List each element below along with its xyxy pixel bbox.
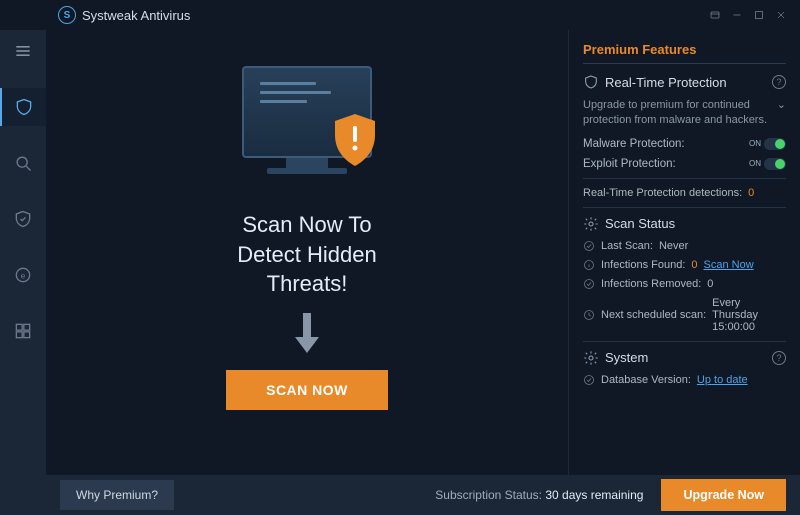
last-scan-value: Never	[659, 240, 688, 252]
monitor-illustration	[227, 66, 387, 196]
close-button[interactable]	[770, 4, 792, 26]
settings-icon[interactable]	[704, 4, 726, 26]
sidebar-item-quarantine[interactable]: e	[0, 256, 46, 294]
title-bar: S Systweak Antivirus	[0, 0, 800, 30]
info-icon	[583, 259, 595, 271]
rtp-detections-label: Real-Time Protection detections:	[583, 187, 742, 199]
svg-text:e: e	[21, 270, 26, 280]
scan-now-button[interactable]: SCAN NOW	[226, 370, 388, 410]
next-scan-label: Next scheduled scan:	[601, 309, 706, 321]
scan-headline: Scan Now To Detect Hidden Threats!	[237, 210, 376, 299]
exploit-protection-toggle[interactable]	[764, 158, 786, 170]
sidebar: e	[0, 30, 46, 475]
main-panel: Scan Now To Detect Hidden Threats! SCAN …	[46, 30, 568, 475]
malware-on-text: ON	[749, 139, 761, 148]
clock-icon	[583, 309, 595, 321]
gear-icon	[583, 350, 599, 366]
malware-protection-toggle[interactable]	[764, 138, 786, 150]
db-version-value[interactable]: Up to date	[697, 374, 748, 386]
logo-icon: S	[58, 6, 76, 24]
arrow-down-icon	[291, 311, 323, 360]
check-icon	[583, 278, 595, 290]
app-title: Systweak Antivirus	[82, 8, 190, 23]
subscription-status: Subscription Status: 30 days remaining	[435, 488, 643, 502]
infections-removed-label: Infections Removed:	[601, 278, 701, 290]
shield-icon	[583, 74, 599, 90]
footer-bar: Why Premium? Subscription Status: 30 day…	[0, 475, 800, 515]
infections-removed-value: 0	[707, 278, 713, 290]
next-scan-value: Every Thursday 15:00:00	[712, 297, 786, 333]
menu-icon[interactable]	[0, 32, 46, 70]
app-logo: S Systweak Antivirus	[58, 6, 190, 24]
check-icon	[583, 240, 595, 252]
exploit-on-text: ON	[749, 159, 761, 168]
check-icon	[583, 374, 595, 386]
minimize-button[interactable]	[726, 4, 748, 26]
maximize-button[interactable]	[748, 4, 770, 26]
infections-found-label: Infections Found:	[601, 259, 685, 271]
why-premium-button[interactable]: Why Premium?	[60, 480, 174, 510]
help-icon[interactable]: ?	[772, 351, 786, 365]
upgrade-now-button[interactable]: Upgrade Now	[661, 479, 786, 511]
sidebar-item-scan[interactable]	[0, 144, 46, 182]
sidebar-item-apps[interactable]	[0, 312, 46, 350]
chevron-down-icon[interactable]: ⌄	[777, 98, 786, 113]
sidebar-item-protection[interactable]	[0, 200, 46, 238]
rtp-description: Upgrade to premium for continued protect…	[583, 98, 777, 128]
db-version-label: Database Version:	[601, 374, 691, 386]
sidebar-item-home[interactable]	[0, 88, 46, 126]
gear-icon	[583, 216, 599, 232]
rtp-detections-value: 0	[748, 187, 754, 199]
help-icon[interactable]: ?	[772, 75, 786, 89]
scan-status-heading: Scan Status	[605, 216, 675, 231]
right-panel: Premium Features Real-Time Protection ? …	[568, 30, 800, 475]
last-scan-label: Last Scan:	[601, 240, 653, 252]
infections-found-value: 0	[691, 259, 697, 271]
exploit-protection-label: Exploit Protection:	[583, 158, 676, 170]
malware-protection-label: Malware Protection:	[583, 138, 685, 150]
premium-features-title: Premium Features	[583, 42, 786, 64]
scan-now-link[interactable]: Scan Now	[704, 259, 754, 271]
system-heading: System	[605, 350, 648, 365]
alert-shield-icon	[331, 112, 379, 168]
rtp-heading: Real-Time Protection	[605, 75, 727, 90]
